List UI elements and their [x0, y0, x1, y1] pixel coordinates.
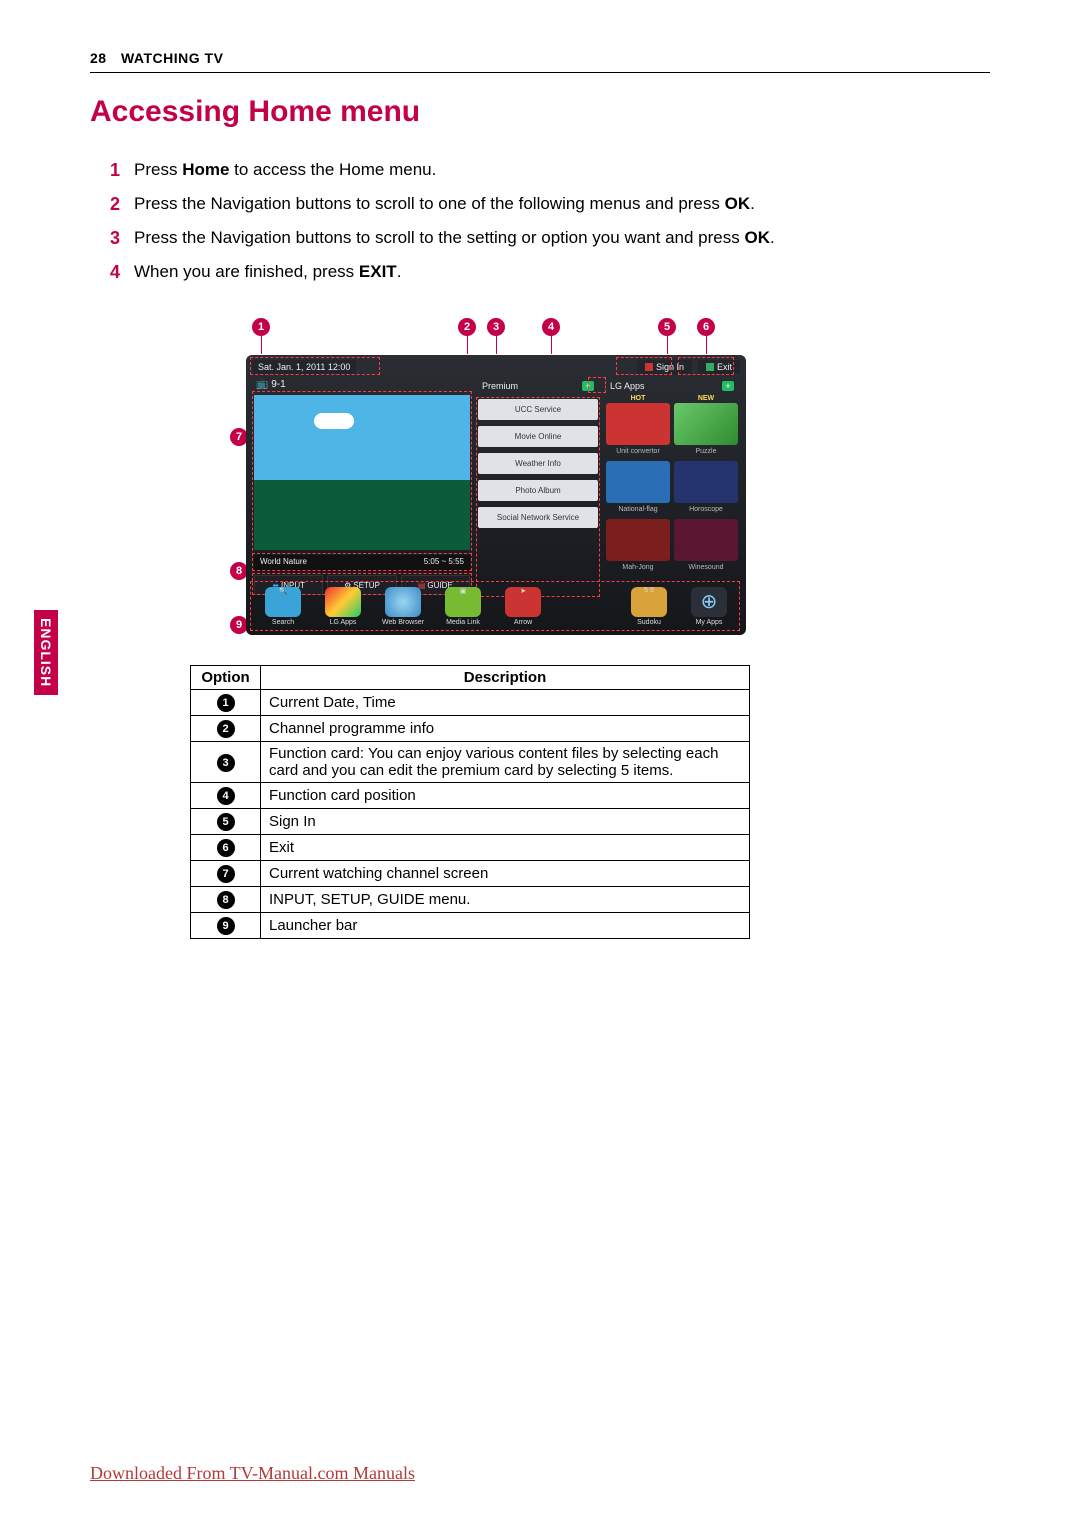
step-3: 3Press the Navigation buttons to scroll …: [110, 223, 990, 253]
table-row: 2Channel programme info: [191, 716, 750, 742]
table-row: 3Function card: You can enjoy various co…: [191, 742, 750, 783]
step-4: 4When you are finished, press EXIT.: [110, 257, 990, 287]
figure: 1 2 3 4 5 6 7 8 9 Sat. Jan. 1, 2011 12:0…: [190, 317, 750, 635]
footer-link[interactable]: Downloaded From TV-Manual.com Manuals: [90, 1463, 415, 1484]
callout-3: 3: [487, 318, 505, 336]
lgapps-add-icon[interactable]: +: [722, 381, 734, 391]
callout-region-6: [678, 357, 734, 375]
callout-5: 5: [658, 318, 676, 336]
callout-region-3: [476, 397, 600, 597]
premium-panel: Premium+ UCC Service Movie Online Weathe…: [478, 379, 598, 534]
callout-row-top: 1 2 3 4 5 6: [190, 317, 750, 355]
callout-region-1: [250, 357, 380, 375]
callout-region-5: [616, 357, 672, 375]
callout-region-4: [588, 377, 606, 393]
table-row: 6Exit: [191, 835, 750, 861]
channel-number: 📺 9-1: [256, 379, 286, 390]
table-row: 9Launcher bar: [191, 913, 750, 939]
table-row: 4Function card position: [191, 783, 750, 809]
description-table: Option Description 1Current Date, Time 2…: [190, 665, 750, 939]
step-1: 1Press Home to access the Home menu.: [110, 155, 990, 185]
app-tile[interactable]: HOTUnit convertor: [606, 403, 670, 445]
page-title: Accessing Home menu: [90, 95, 990, 129]
table-row: 5Sign In: [191, 809, 750, 835]
app-tile[interactable]: Winesound: [674, 519, 738, 561]
th-option: Option: [191, 666, 261, 690]
tv-screenshot: Sat. Jan. 1, 2011 12:00 Sign In Exit 📺 9…: [246, 355, 746, 635]
step-2: 2Press the Navigation buttons to scroll …: [110, 189, 990, 219]
section-name: WATCHING TV: [121, 50, 223, 66]
steps-list: 1Press Home to access the Home menu. 2Pr…: [90, 155, 990, 287]
app-tile[interactable]: NEWPuzzle: [674, 403, 738, 445]
table-row: 1Current Date, Time: [191, 690, 750, 716]
page-number: 28: [90, 50, 107, 66]
app-tile[interactable]: Mah-Jong: [606, 519, 670, 561]
callout-region-7: [252, 391, 472, 571]
callout-4: 4: [542, 318, 560, 336]
callout-6: 6: [697, 318, 715, 336]
callout-region-2: [252, 553, 472, 571]
running-header: 28 WATCHING TV: [90, 50, 990, 73]
callout-2: 2: [458, 318, 476, 336]
callout-1: 1: [252, 318, 270, 336]
th-description: Description: [261, 666, 750, 690]
callout-region-9: [250, 581, 740, 631]
language-tab: ENGLISH: [34, 610, 58, 695]
app-tile[interactable]: Horoscope: [674, 461, 738, 503]
table-row: 8INPUT, SETUP, GUIDE menu.: [191, 887, 750, 913]
table-row: 7Current watching channel screen: [191, 861, 750, 887]
lg-apps-panel: LG Apps+ HOTUnit convertor NEWPuzzle Nat…: [606, 379, 738, 561]
app-tile[interactable]: National-flag: [606, 461, 670, 503]
